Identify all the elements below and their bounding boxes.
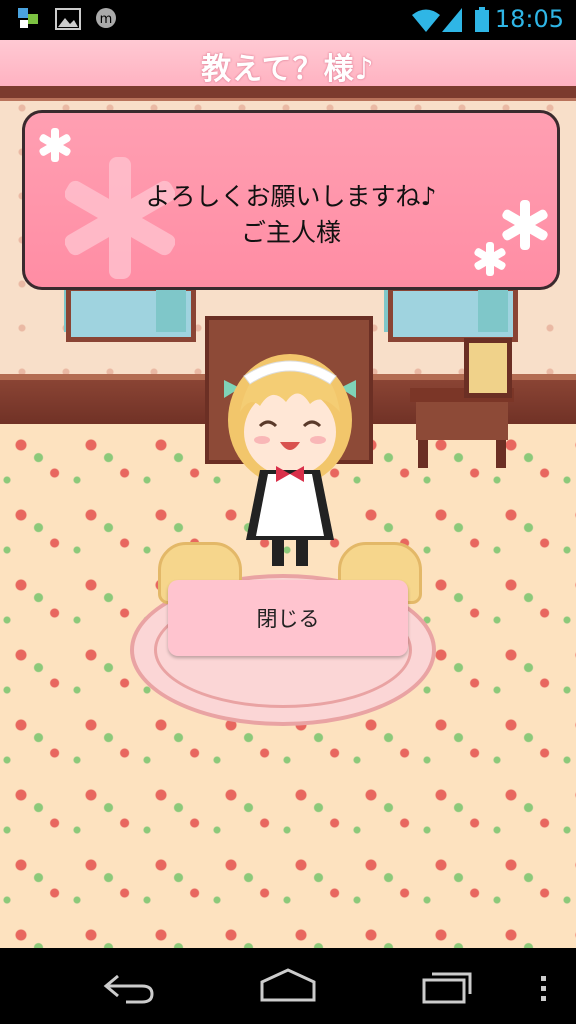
crown-molding: [0, 86, 576, 101]
left-curtain-right: [156, 286, 186, 332]
home-icon[interactable]: [256, 962, 320, 1010]
side-table: [410, 388, 514, 468]
navigation-bar: [0, 948, 576, 1024]
battery-icon: [475, 7, 489, 32]
back-icon[interactable]: [96, 962, 160, 1010]
app-notification-icon: [18, 8, 38, 28]
title-bar: 教えて？様♪: [0, 40, 576, 88]
asterisk-decoration-small: [39, 128, 71, 162]
overflow-menu-icon[interactable]: [536, 962, 552, 1010]
maid-character: [224, 354, 356, 566]
speech-line-1: よろしくお願いしますね♪: [145, 182, 437, 211]
svg-text:m: m: [100, 12, 113, 27]
right-curtain-right: [478, 286, 508, 332]
speech-line-2: ご主人様: [240, 218, 341, 247]
recent-apps-icon[interactable]: [416, 962, 480, 1010]
close-button[interactable]: 閉じる: [168, 580, 408, 656]
photo-frame: [464, 338, 512, 398]
speech-bubble: よろしくお願いしますね♪ ご主人様: [22, 110, 560, 290]
wifi-icon: [412, 9, 440, 32]
clock: 18:05: [494, 5, 564, 33]
status-bar: m 18:05: [0, 0, 576, 40]
image-notification-icon: [55, 8, 81, 30]
speech-text: よろしくお願いしますね♪ ご主人様: [25, 179, 557, 251]
page-title: 教えて？様♪: [201, 52, 375, 87]
messenger-notification-icon: m: [96, 8, 116, 28]
signal-icon: [442, 8, 462, 32]
